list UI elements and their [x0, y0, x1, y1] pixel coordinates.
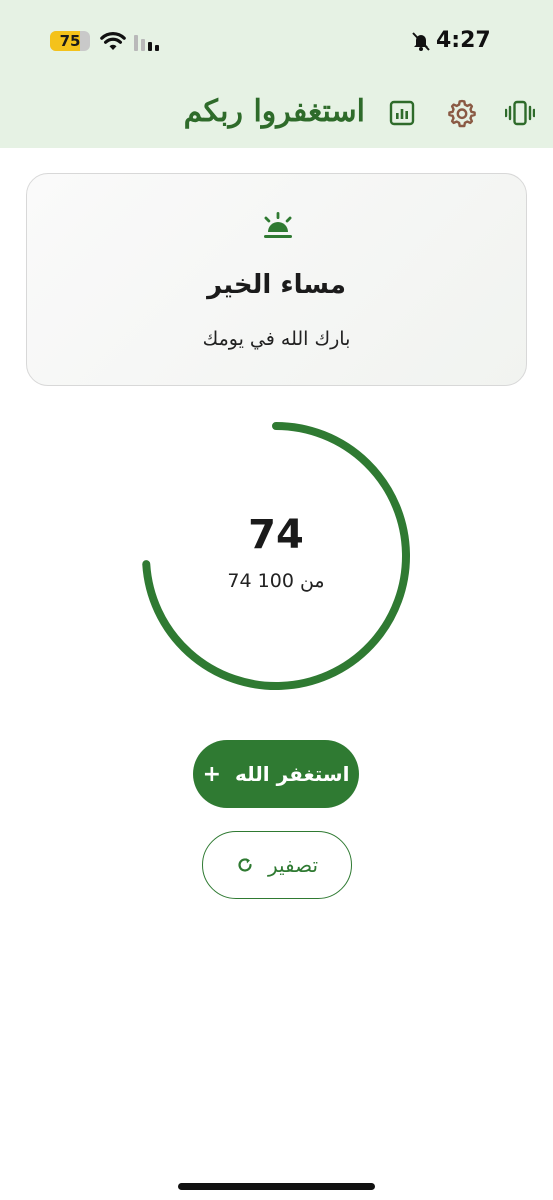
counter-value: 74 — [248, 512, 304, 558]
status-bar: 75 4:27 — [0, 0, 553, 80]
status-time: 4:27 — [436, 28, 491, 53]
app-bar: استغفروا ربكم — [0, 80, 553, 148]
istighfar-button[interactable]: استغفر الله + — [193, 740, 359, 808]
refresh-icon — [238, 858, 252, 872]
stats-icon[interactable] — [387, 98, 417, 128]
home-indicator[interactable] — [178, 1183, 375, 1190]
counter-of-target: من 100 74 — [227, 570, 325, 592]
reset-button-label: تصفير — [267, 853, 319, 877]
greeting-title: مساء الخير — [207, 270, 346, 300]
plus-icon: + — [202, 761, 221, 787]
battery-level: 75 — [59, 32, 81, 50]
reset-button[interactable]: تصفير — [202, 831, 352, 899]
battery-icon: 75 — [50, 31, 92, 51]
cellular-signal-icon — [134, 35, 159, 51]
app-title: استغفروا ربكم — [183, 94, 365, 129]
greeting-subtitle: بارك الله في يومك — [202, 328, 351, 350]
wifi-icon — [100, 32, 126, 50]
sunset-icon — [264, 212, 292, 238]
vibration-icon[interactable] — [505, 98, 535, 128]
progress-ring: 74 من 100 74 — [136, 416, 416, 696]
silent-mode-icon — [412, 32, 430, 51]
istighfar-button-label: استغفر الله — [235, 762, 350, 786]
greeting-card: مساء الخير بارك الله في يومك — [26, 173, 527, 386]
settings-gear-icon[interactable] — [447, 98, 477, 128]
